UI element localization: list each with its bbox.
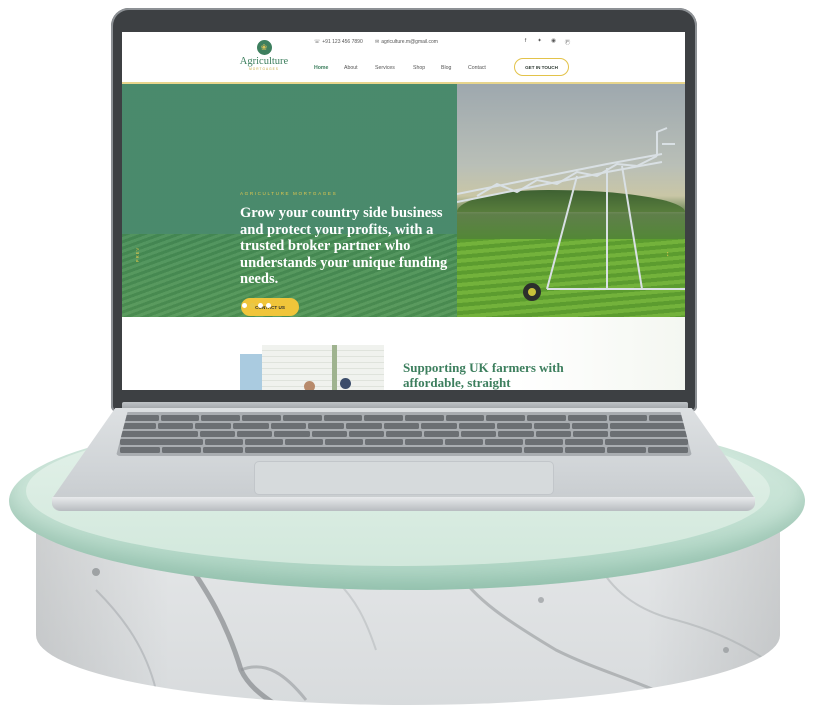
phone-number: +91 123 456 7890 (322, 39, 363, 45)
laptop-trackpad (254, 461, 554, 495)
social-links: f ✦ ◉ Ⓟ (522, 38, 571, 46)
laptop-deck-edge (52, 497, 755, 511)
site-logo[interactable]: ❀ Agriculture MORTGAGES (235, 40, 293, 71)
person-avatar (304, 381, 315, 390)
slider-dot-active[interactable] (250, 303, 255, 308)
slider-prev-button[interactable]: PREV (135, 247, 140, 262)
slider-next-button[interactable]: •• (665, 252, 670, 257)
nav-item-home[interactable]: Home (314, 65, 328, 71)
facebook-icon[interactable]: f (522, 38, 529, 46)
nav-item-services[interactable]: Services (375, 65, 395, 71)
hero-heading: Grow your country side business and prot… (240, 205, 448, 287)
hero-slider: AGRICULTURE MORTGAGES Grow your country … (122, 84, 685, 317)
laptop-screen: ☏ +91 123 456 7890 ✉ agriculture.m@gmail… (122, 32, 685, 390)
nav-item-shop[interactable]: Shop (413, 65, 425, 71)
photo-pillar (332, 345, 337, 390)
top-contact-bar: ☏ +91 123 456 7890 ✉ agriculture.m@gmail… (122, 32, 685, 52)
instagram-icon[interactable]: ◉ (550, 38, 557, 46)
email-contact[interactable]: ✉ agriculture.m@gmail.com (375, 39, 438, 45)
slider-dot[interactable] (266, 303, 271, 308)
slider-dot[interactable] (242, 303, 247, 308)
nav-item-about[interactable]: About (344, 65, 358, 71)
email-address: agriculture.m@gmail.com (381, 39, 438, 45)
nav-item-contact[interactable]: Contact (468, 65, 486, 71)
phone-contact[interactable]: ☏ +91 123 456 7890 (314, 39, 363, 45)
person-avatar (340, 378, 351, 389)
get-in-touch-button[interactable]: GET IN TOUCH (514, 58, 569, 76)
phone-icon: ☏ (314, 39, 321, 45)
slider-dot[interactable] (258, 303, 263, 308)
farmers-photo (262, 345, 384, 390)
logo-title: Agriculture (239, 56, 289, 67)
nav-item-blog[interactable]: Blog (441, 65, 451, 71)
section-heading: Supporting UK farmers with affordable, s… (403, 360, 564, 390)
hero-eyebrow: AGRICULTURE MORTGAGES (240, 191, 338, 196)
twitter-icon[interactable]: ✦ (536, 38, 543, 46)
logo-subtitle: MORTGAGES (249, 67, 279, 71)
laptop-keyboard (116, 412, 692, 456)
pinterest-icon[interactable]: Ⓟ (564, 38, 571, 46)
mail-icon: ✉ (375, 39, 380, 45)
logo-emblem-icon: ❀ (256, 40, 272, 55)
slider-dots (242, 303, 271, 308)
irrigation-machine-graphic (457, 127, 685, 301)
